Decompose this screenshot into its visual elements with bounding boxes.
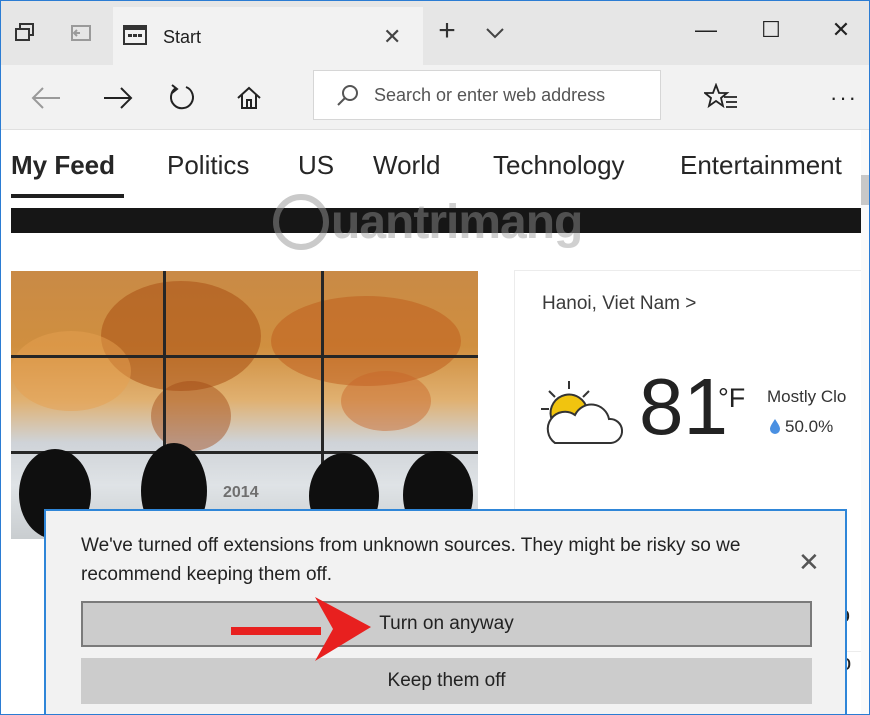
back-icon[interactable] bbox=[29, 81, 63, 115]
tab-us[interactable]: US bbox=[298, 150, 334, 181]
keep-them-off-button[interactable]: Keep them off bbox=[81, 658, 812, 704]
maximize-button[interactable]: ☐ bbox=[751, 17, 791, 43]
minimize-button[interactable]: — bbox=[686, 17, 726, 43]
tab-start[interactable]: Start ✕ bbox=[113, 7, 423, 65]
tab-world[interactable]: World bbox=[373, 150, 440, 181]
notification-message: We've turned off extensions from unknown… bbox=[81, 535, 741, 585]
tab-bar: Start ✕ + — ☐ ✕ bbox=[1, 1, 869, 65]
heatmap-region bbox=[271, 296, 461, 386]
weather-unit: °F bbox=[718, 383, 746, 413]
heatmap-region bbox=[11, 331, 131, 411]
svg-text:uantrimang: uantrimang bbox=[331, 196, 582, 249]
browser-window: Start ✕ + — ☐ ✕ Search or enter web addr… bbox=[0, 0, 870, 715]
weather-condition: Mostly Clo bbox=[767, 387, 847, 406]
close-tab-icon[interactable]: ✕ bbox=[383, 24, 401, 50]
scrollbar-track[interactable] bbox=[861, 130, 869, 714]
home-icon[interactable] bbox=[232, 81, 266, 115]
news-hero-image[interactable]: 2014 bbox=[11, 271, 478, 539]
screen-divider bbox=[11, 451, 478, 454]
navigation-bar: Search or enter web address ··· bbox=[1, 65, 869, 130]
forward-icon[interactable] bbox=[101, 81, 135, 115]
image-year-text: 2014 bbox=[223, 484, 259, 501]
new-tab-icon[interactable]: + bbox=[433, 14, 461, 47]
tab-entertainment[interactable]: Entertainment bbox=[680, 150, 842, 181]
address-placeholder: Search or enter web address bbox=[374, 85, 606, 105]
chevron-down-icon[interactable] bbox=[481, 19, 509, 47]
address-bar[interactable]: Search or enter web address bbox=[313, 70, 661, 120]
scrollbar-thumb[interactable] bbox=[861, 175, 869, 205]
weather-temperature: 81 bbox=[639, 362, 728, 451]
close-icon[interactable]: ✕ bbox=[798, 547, 820, 578]
weather-precipitation: 50.0% bbox=[785, 417, 834, 436]
tab-my-feed[interactable]: My Feed bbox=[11, 150, 115, 181]
favorites-icon[interactable] bbox=[704, 81, 738, 115]
tab-sets-icon[interactable] bbox=[11, 19, 39, 47]
turn-on-anyway-button[interactable]: Turn on anyway bbox=[81, 601, 812, 647]
close-window-button[interactable]: ✕ bbox=[821, 17, 861, 43]
more-options-icon[interactable]: ··· bbox=[827, 81, 861, 115]
extensions-notification: We've turned off extensions from unknown… bbox=[44, 509, 847, 714]
red-arrow-annotation bbox=[231, 597, 371, 661]
raindrop-icon bbox=[769, 418, 781, 439]
tab-technology[interactable]: Technology bbox=[493, 150, 625, 181]
page-icon bbox=[123, 25, 147, 50]
search-icon bbox=[336, 84, 360, 113]
set-aside-tabs-icon[interactable] bbox=[67, 19, 95, 47]
refresh-icon[interactable] bbox=[165, 81, 199, 115]
partly-cloudy-icon bbox=[539, 379, 625, 454]
tab-politics[interactable]: Politics bbox=[167, 150, 249, 181]
heatmap-region bbox=[341, 371, 431, 431]
active-tab-underline bbox=[11, 194, 124, 198]
screen-divider bbox=[11, 355, 478, 358]
watermark-logo: uantrimang bbox=[271, 192, 691, 265]
tab-title: Start bbox=[163, 27, 202, 47]
weather-location[interactable]: Hanoi, Viet Nam > bbox=[542, 293, 696, 315]
